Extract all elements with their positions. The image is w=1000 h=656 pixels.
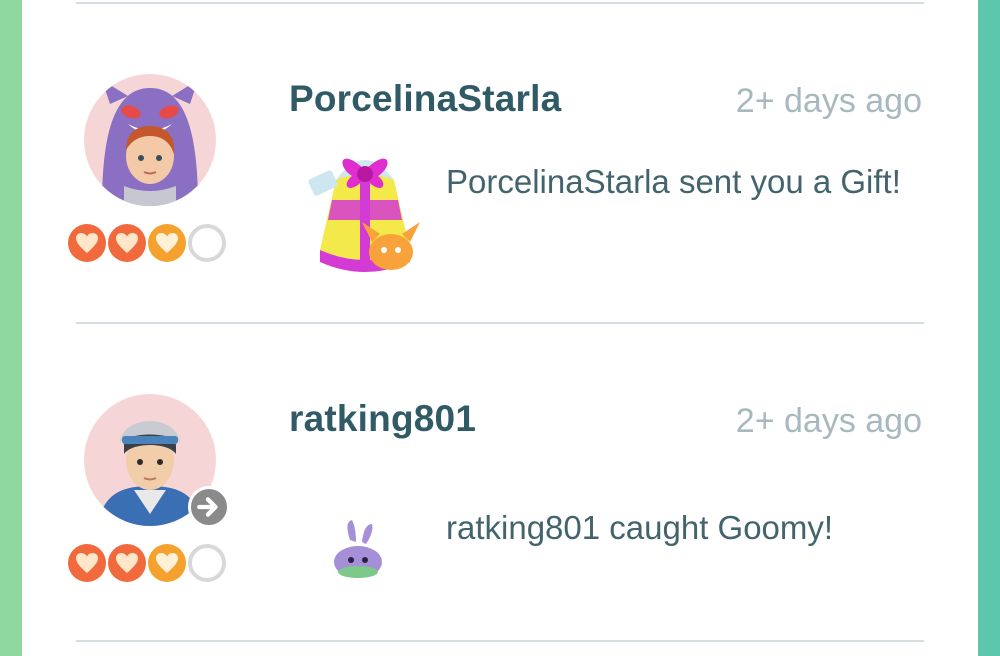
activity-time: 2+ days ago (735, 402, 922, 440)
heart-filled-icon (68, 544, 106, 582)
activity-entry[interactable]: PorcelinaStarla 2+ days ago PorcelinaSta… (0, 0, 1000, 320)
activity-message: ratking801 caught Goomy! (446, 509, 834, 546)
friendship-hearts (68, 224, 226, 262)
heart-filled-icon (108, 544, 146, 582)
heart-filled-icon (68, 224, 106, 262)
arrow-right-icon (188, 486, 230, 528)
friend-avatar[interactable] (84, 74, 216, 206)
friendship-hearts (68, 544, 226, 582)
activity-time: 2+ days ago (735, 82, 922, 120)
gengar-hood-avatar-icon (102, 80, 198, 206)
friend-name[interactable]: ratking801 (289, 398, 476, 440)
divider (76, 640, 924, 642)
heart-filled-icon (148, 224, 186, 262)
activity-message: PorcelinaStarla sent you a Gift! (446, 163, 901, 200)
activity-entry[interactable]: ratking801 2+ days ago ratking801 caught… (0, 320, 1000, 640)
friend-name[interactable]: PorcelinaStarla (289, 78, 561, 120)
heart-filled-icon (108, 224, 146, 262)
gift-icon (300, 130, 430, 280)
heart-empty-icon (188, 224, 226, 262)
goomy-icon (330, 518, 386, 580)
heart-filled-icon (148, 544, 186, 582)
heart-empty-icon (188, 544, 226, 582)
